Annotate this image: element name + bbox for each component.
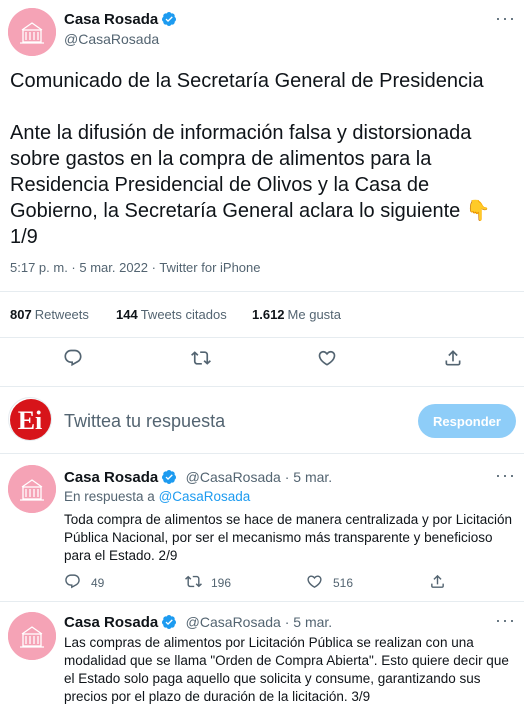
reply-text-line: precios por el plazo de duración de la l… [64, 689, 371, 704]
reply-text-line: Pública Nacional, por ser el mecanismo m… [64, 530, 493, 545]
more-options-icon[interactable]: ··· [495, 610, 516, 631]
author-avatar[interactable] [8, 8, 56, 56]
likes-count: 1.612 [252, 307, 285, 322]
author-handle[interactable]: @CasaRosada [64, 31, 159, 47]
verified-badge-icon [161, 469, 177, 490]
like-icon[interactable] [317, 348, 337, 368]
retweet-count: 196 [211, 576, 232, 590]
reply-text-line: para el Estado. 2/9 [64, 548, 178, 563]
divider [0, 601, 524, 602]
more-options-icon[interactable]: ··· [495, 465, 516, 486]
like-icon[interactable] [306, 573, 323, 590]
more-options-icon[interactable]: ··· [495, 8, 516, 29]
in-reply-to: En respuesta a @CasaRosada [64, 489, 250, 504]
reply-text-line: el Estado solo paga aquello que solicita… [64, 671, 481, 686]
pointing-down-emoji-icon: 👇 [465, 200, 491, 222]
divider [0, 291, 524, 292]
casa-rosada-logo-icon [8, 8, 56, 56]
tweet-text-line: Comunicado de la Secretaría General de P… [10, 70, 484, 92]
quotes-stat[interactable]: 144 Tweets citados [116, 306, 227, 324]
like-count: 516 [333, 576, 354, 590]
in-reply-handle-link[interactable]: @CasaRosada [159, 489, 251, 504]
reply-submit-button[interactable]: Responder [418, 404, 516, 438]
verified-badge-icon [161, 614, 177, 635]
retweets-count: 807 [10, 307, 32, 322]
likes-label: Me gusta [287, 307, 342, 322]
quotes-label: Tweets citados [140, 307, 227, 322]
el-intransigente-logo-icon: Ei [10, 399, 51, 440]
tweet-text-line: sobre gastos en la compra de alimentos p… [10, 148, 432, 170]
retweet-icon[interactable] [185, 573, 202, 590]
tweet-text-line: Gobierno, la Secretaría General aclara l… [10, 200, 461, 222]
divider [0, 386, 524, 387]
divider [0, 453, 524, 454]
reply-icon[interactable] [64, 573, 81, 590]
retweets-label: Retweets [34, 307, 89, 322]
reply-text-line: modalidad que se llama "Orden de Compra … [64, 653, 509, 668]
reply-text-line: Las compras de alimentos por Licitación … [64, 635, 474, 650]
reply-author-avatar[interactable] [8, 612, 56, 660]
share-icon[interactable] [429, 573, 446, 590]
reply-compose-input[interactable]: Twittea tu respuesta [64, 411, 225, 432]
casa-rosada-logo-icon [8, 612, 56, 660]
tweet-text-line: Residencia Presidencial de Olivos y la C… [10, 174, 430, 196]
reply-author-handle[interactable]: @CasaRosada · 5 mar. [186, 469, 333, 485]
retweet-icon[interactable] [191, 348, 211, 368]
in-reply-prefix: En respuesta a [64, 489, 159, 504]
reply-author-handle[interactable]: @CasaRosada · 5 mar. [186, 614, 333, 630]
reply-text-line: Toda compra de alimentos se hace de mane… [64, 512, 512, 527]
svg-text:Ei: Ei [18, 406, 43, 435]
reply-author-name[interactable]: Casa Rosada [64, 469, 158, 486]
reply-count: 49 [91, 576, 105, 590]
verified-badge-icon [161, 11, 177, 32]
user-avatar[interactable]: Ei [8, 397, 52, 441]
tweet-text-line: 1/9 [10, 226, 38, 248]
reply-author-name[interactable]: Casa Rosada [64, 614, 158, 631]
likes-stat[interactable]: 1.612 Me gusta [252, 306, 341, 324]
reply-author-avatar[interactable] [8, 465, 56, 513]
tweet-text-line: Ante la difusión de información falsa y … [10, 122, 472, 144]
share-icon[interactable] [443, 348, 463, 368]
retweets-stat[interactable]: 807 Retweets [10, 306, 89, 324]
quotes-count: 144 [116, 307, 138, 322]
divider [0, 337, 524, 338]
author-name[interactable]: Casa Rosada [64, 11, 158, 28]
tweet-timestamp[interactable]: 5:17 p. m. · 5 mar. 2022 · Twitter for i… [10, 260, 261, 275]
reply-icon[interactable] [63, 348, 83, 368]
casa-rosada-logo-icon [8, 465, 56, 513]
